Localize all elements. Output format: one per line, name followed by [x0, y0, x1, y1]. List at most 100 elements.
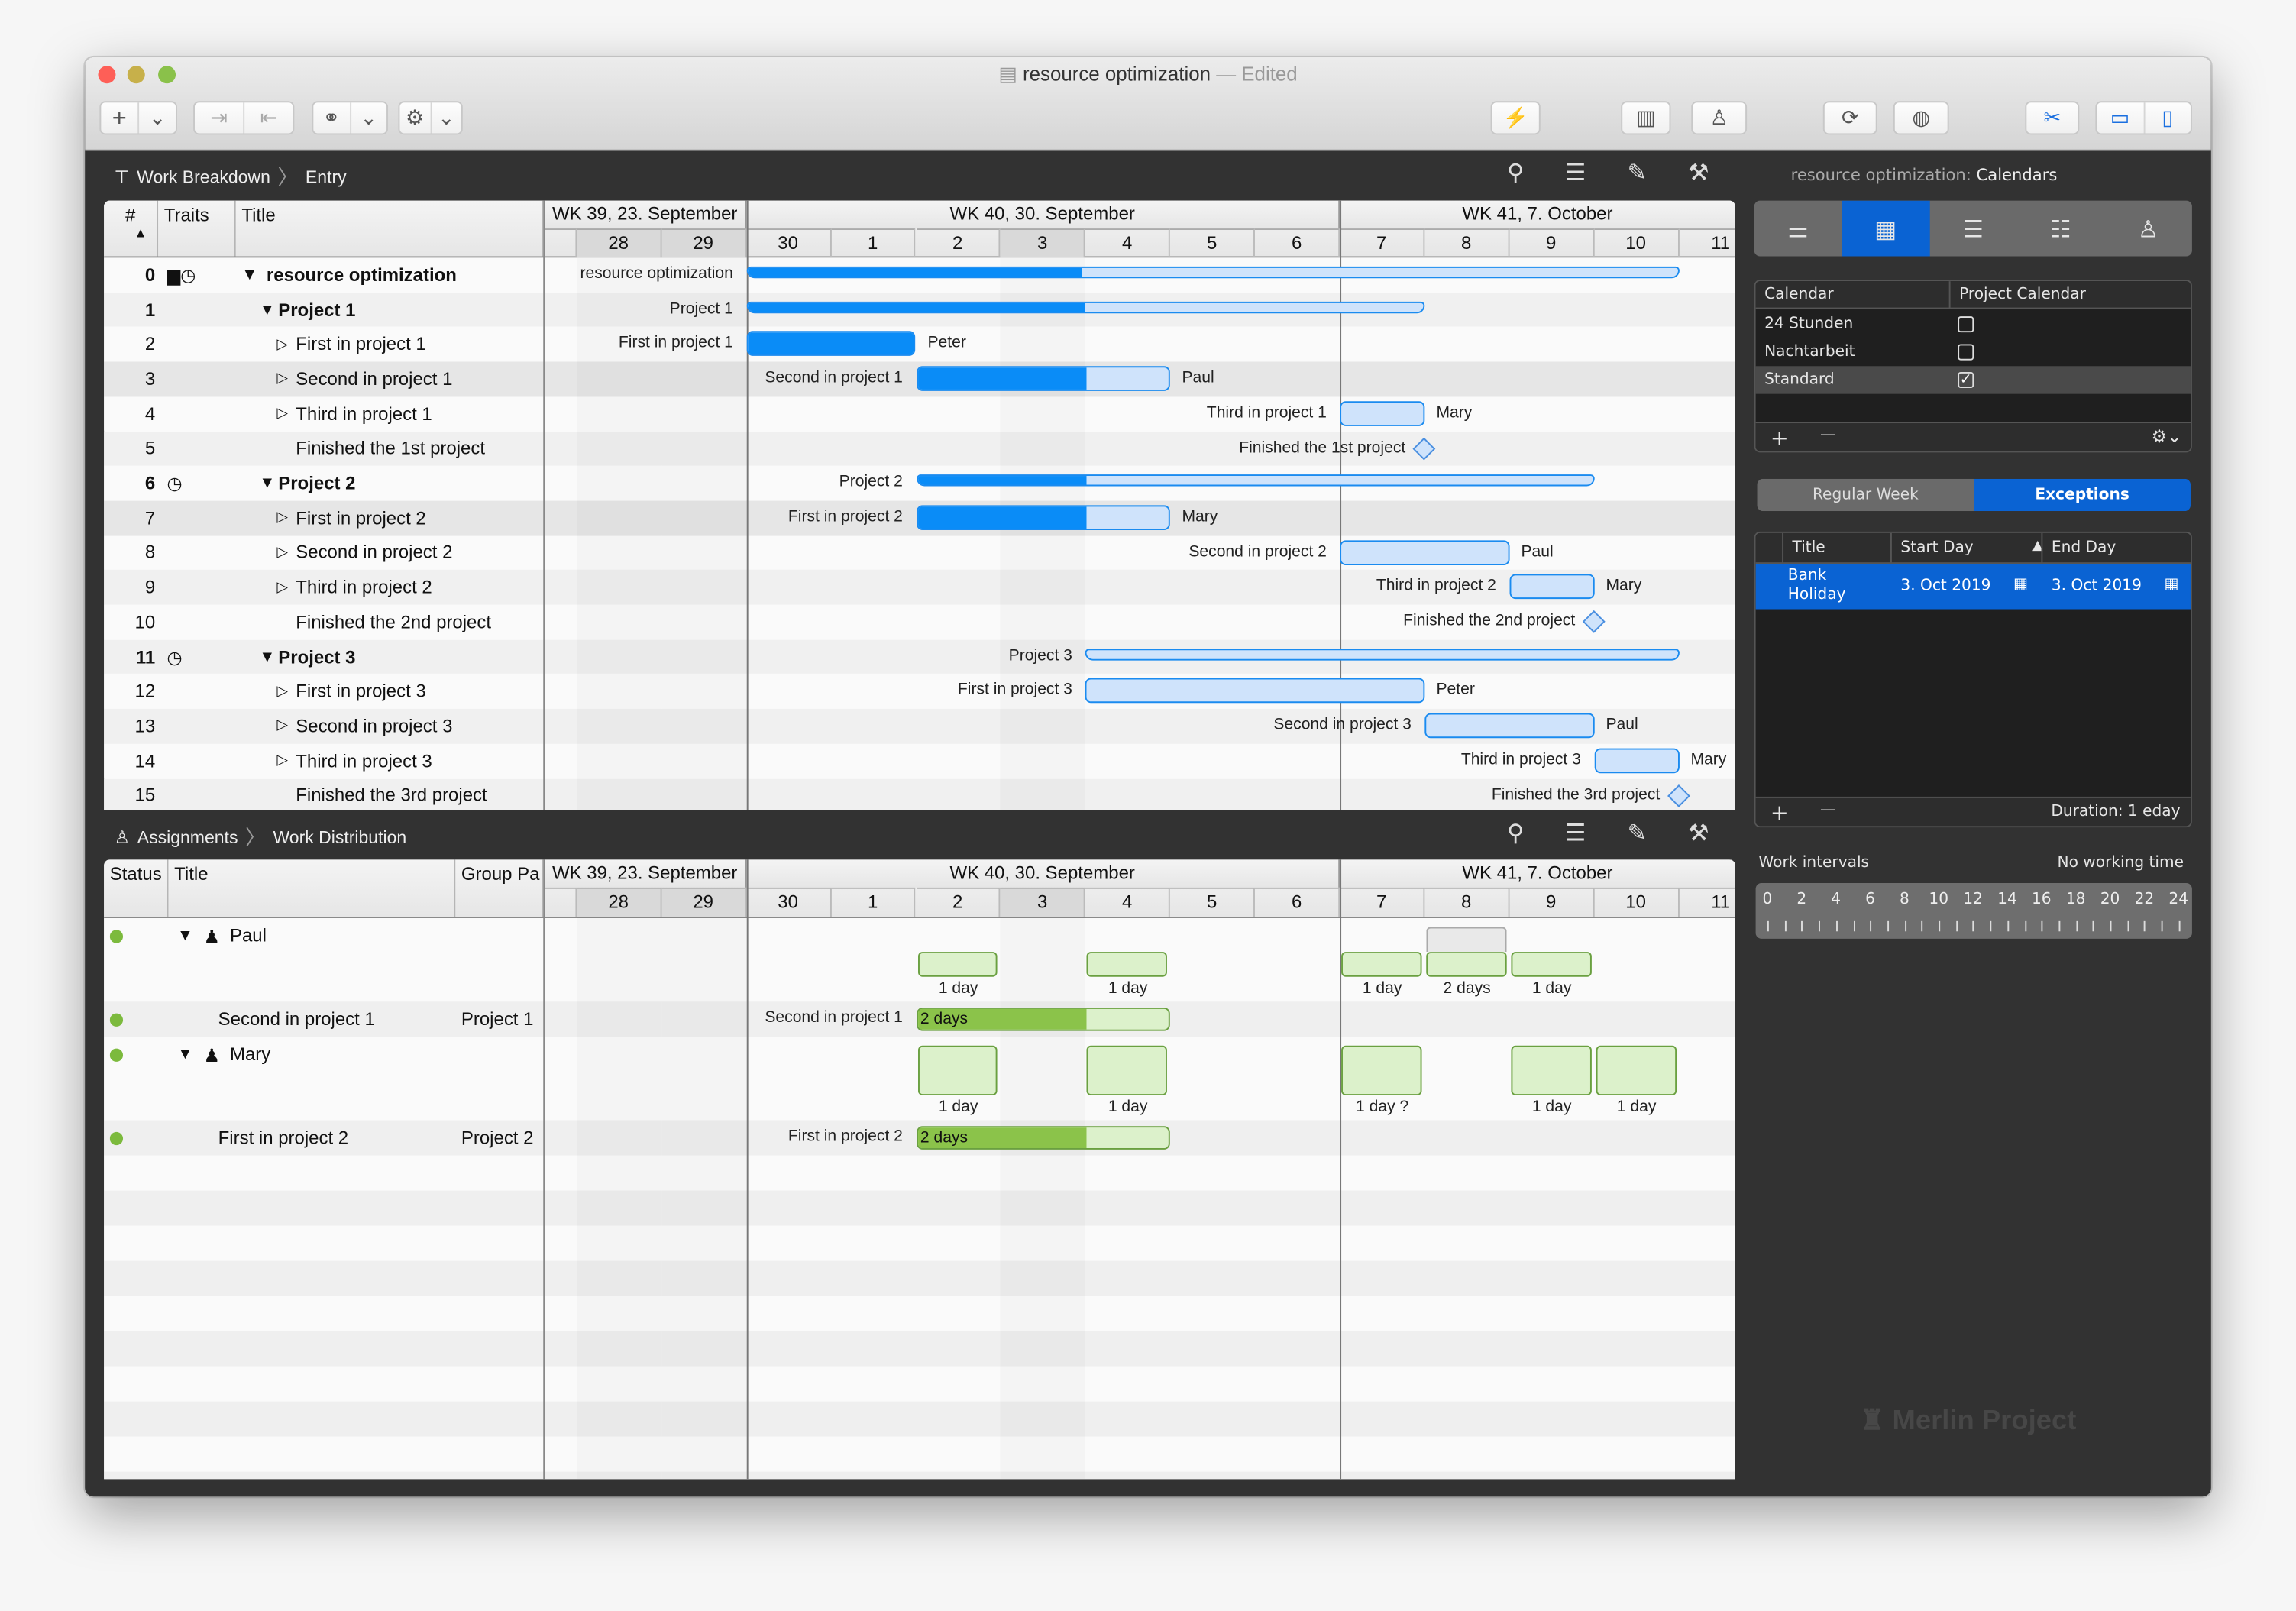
collapse-triangle-icon[interactable]: ▼: [259, 293, 276, 327]
column-project-calendar[interactable]: Project Calendar: [1948, 281, 2095, 309]
collapse-triangle-icon[interactable]: ▼: [259, 466, 276, 500]
expand-triangle-icon[interactable]: ▷: [276, 500, 294, 535]
brush-icon[interactable]: ✎: [1621, 158, 1653, 187]
day-header-29[interactable]: 29: [661, 887, 747, 917]
workload-box[interactable]: [917, 1045, 998, 1095]
day-header-9[interactable]: 9: [1509, 887, 1595, 917]
task-bar[interactable]: [746, 332, 917, 357]
day-header-1[interactable]: 1: [831, 887, 917, 917]
exception-title[interactable]: Bank Holiday: [1788, 567, 1876, 605]
calendar-picker-icon[interactable]: ▦: [2164, 575, 2178, 593]
filter-icon[interactable]: ⚲: [1499, 819, 1531, 848]
tab-calendars[interactable]: ▦: [1842, 200, 1929, 257]
workload-box[interactable]: [1426, 952, 1507, 977]
workload-box[interactable]: [1341, 1045, 1422, 1095]
breadcrumb-work-distribution[interactable]: Work Distribution: [273, 827, 406, 848]
workload-box[interactable]: [1341, 952, 1422, 977]
flash-button[interactable]: ⚡: [1490, 101, 1541, 135]
day-header-27[interactable]: 27: [545, 228, 577, 258]
add-calendar-button[interactable]: +: [1771, 425, 1789, 451]
task-title[interactable]: resource optimization: [267, 257, 559, 292]
task-bar[interactable]: [1424, 713, 1595, 739]
toggle-bottom-pane-button[interactable]: ▭: [2097, 102, 2145, 134]
day-header-5[interactable]: 5: [1170, 887, 1256, 917]
collapse-triangle-icon[interactable]: ▼: [177, 1037, 193, 1072]
calendar-row[interactable]: Standard ✓: [1755, 366, 2191, 394]
gear-icon[interactable]: ⚙: [399, 102, 432, 134]
task-title[interactable]: Project 3: [278, 639, 571, 674]
toggle-side-pane-button[interactable]: ▯: [2145, 102, 2191, 133]
add-button[interactable]: +: [101, 102, 140, 134]
segment-exceptions[interactable]: Exceptions: [1974, 478, 2191, 512]
day-header-2[interactable]: 2: [916, 887, 1001, 917]
collapse-triangle-icon[interactable]: ▼: [241, 257, 259, 292]
segment-regular-week[interactable]: Regular Week: [1757, 478, 1974, 512]
remove-exception-button[interactable]: —: [1820, 801, 1835, 819]
day-header-28[interactable]: 28: [577, 228, 662, 258]
task-bar[interactable]: [1340, 539, 1510, 565]
column-status[interactable]: Status: [104, 859, 169, 917]
task-title[interactable]: Project 1: [278, 293, 571, 327]
day-header-9[interactable]: 9: [1509, 228, 1595, 258]
overload-box[interactable]: [1426, 927, 1507, 953]
task-bar[interactable]: [1594, 748, 1680, 773]
day-header-6[interactable]: 6: [1255, 887, 1340, 917]
resource-name[interactable]: Paul: [230, 918, 267, 953]
column-title[interactable]: Title: [168, 859, 456, 917]
wrench-icon[interactable]: ⚒: [1683, 819, 1715, 848]
expand-triangle-icon[interactable]: ▷: [276, 362, 294, 396]
calendar-row[interactable]: Nachtarbeit: [1756, 338, 2191, 366]
brush-icon[interactable]: ✎: [1621, 819, 1653, 848]
sync-button[interactable]: ⟳: [1822, 101, 1877, 135]
breadcrumb-assignments[interactable]: Assignments: [137, 827, 238, 848]
task-bar[interactable]: [1085, 678, 1425, 704]
project-calendar-checkbox[interactable]: [1958, 316, 1974, 333]
day-header-27[interactable]: 27: [545, 887, 577, 917]
workload-box[interactable]: [1511, 952, 1592, 977]
expand-triangle-icon[interactable]: ▷: [276, 570, 294, 604]
week-header[interactable]: WK 41, 7. October: [1340, 200, 1735, 229]
day-header-10[interactable]: 10: [1594, 228, 1680, 258]
day-header-7[interactable]: 7: [1340, 228, 1425, 258]
tab-settings[interactable]: ⚌: [1754, 201, 1842, 257]
week-header[interactable]: WK 41, 7. October: [1340, 859, 1735, 888]
expand-triangle-icon[interactable]: ▷: [276, 743, 294, 778]
assignment-title[interactable]: Second in project 1: [218, 1001, 453, 1037]
tab-numbered-list[interactable]: ☰: [1929, 201, 2017, 257]
network-button[interactable]: ◍: [1893, 101, 1949, 135]
day-header-30[interactable]: 30: [746, 887, 832, 917]
day-header-5[interactable]: 5: [1170, 228, 1256, 258]
project-calendar-checkbox[interactable]: ✓: [1958, 371, 1974, 389]
week-header[interactable]: WK 40, 30. September: [746, 200, 1340, 229]
column-title[interactable]: Title: [1782, 532, 1834, 564]
day-header-6[interactable]: 6: [1255, 228, 1340, 258]
breadcrumb-entry[interactable]: Entry: [306, 167, 347, 188]
calendar-picker-icon[interactable]: ▦: [2013, 575, 2028, 593]
week-header[interactable]: WK 39, 23. September: [545, 200, 747, 229]
day-header-8[interactable]: 8: [1424, 228, 1510, 258]
remove-calendar-button[interactable]: —: [1820, 426, 1835, 444]
assignment-title[interactable]: First in project 2: [218, 1121, 453, 1156]
day-header-1[interactable]: 1: [831, 228, 917, 258]
day-header-4[interactable]: 4: [1085, 887, 1171, 917]
day-header-11[interactable]: 11: [1679, 887, 1735, 917]
task-bar[interactable]: [916, 366, 1171, 392]
column-calendar[interactable]: Calendar: [1764, 286, 1834, 303]
collapse-triangle-icon[interactable]: ▼: [259, 639, 276, 674]
workload-box[interactable]: [1596, 1045, 1677, 1095]
project-calendar-checkbox[interactable]: [1958, 344, 1974, 361]
day-header-11[interactable]: 11: [1679, 228, 1735, 257]
day-header-7[interactable]: 7: [1340, 887, 1425, 917]
link-menu-chevron[interactable]: ⌄: [351, 102, 386, 133]
week-header[interactable]: WK 40, 30. September: [746, 859, 1340, 888]
day-header-8[interactable]: 8: [1424, 887, 1510, 917]
resources-button[interactable]: ♙: [1691, 101, 1748, 135]
column-end-day[interactable]: End Day: [2041, 532, 2124, 564]
resource-name[interactable]: Mary: [230, 1037, 270, 1072]
expand-triangle-icon[interactable]: ▷: [276, 709, 294, 743]
day-header-29[interactable]: 29: [661, 228, 747, 258]
exception-start-day[interactable]: 3. Oct 2019: [1900, 577, 1990, 594]
filter-icon[interactable]: ⚲: [1499, 158, 1531, 187]
work-intervals-ruler[interactable]: 0 2 4 6 8 10 12 14 16 18 20 22 24: [1755, 883, 2192, 939]
expand-triangle-icon[interactable]: ▷: [276, 396, 294, 431]
